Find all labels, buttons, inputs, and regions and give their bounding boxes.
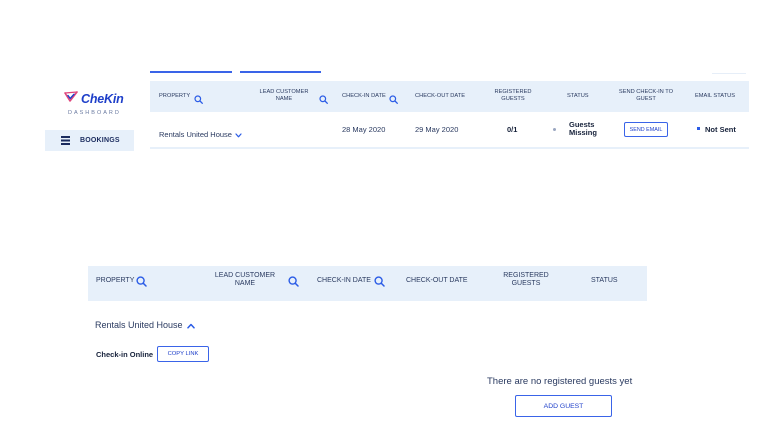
header-check-out: CHECK-OUT DATE [415,93,466,99]
divider [712,73,746,74]
email-status-dot-icon [697,127,700,130]
header-property: PROPERTY [96,277,135,284]
header-status: STATUS [567,93,589,99]
sidebar-item-bookings[interactable]: BOOKINGS [45,130,134,151]
brand-name: CheKin [81,92,124,106]
row-email-status: Not Sent [705,125,736,134]
row-status: Guests Missing [569,120,597,138]
search-icon[interactable] [194,91,203,109]
search-icon[interactable] [288,274,299,292]
header-registered: REGISTERED GUESTS [503,272,549,288]
header-check-in: CHECK-IN DATE [342,93,386,99]
header-status: STATUS [591,277,618,284]
search-icon[interactable] [319,91,328,109]
header-property: PROPERTY [159,93,191,99]
property-toggle[interactable]: Rentals United House [95,316,195,334]
send-email-button[interactable]: SEND EMAIL [624,122,668,137]
row-registered: 0/1 [507,125,518,134]
brand-subtitle: DASHBOARD [68,110,121,116]
chevron-up-icon [186,316,195,334]
property-name: Rentals United House [159,129,232,139]
header-lead-customer: LEAD CUSTOMER NAME [259,89,309,102]
sidebar-item-label: BOOKINGS [80,137,120,144]
row-divider [150,147,749,149]
header-check-in: CHECK-IN DATE [317,277,371,284]
property-name: Rentals United House [95,320,183,330]
search-icon[interactable] [136,274,147,292]
row-check-in: 28 May 2020 [342,125,386,134]
header-lead-customer: LEAD CUSTOMER NAME [214,272,276,288]
row-property[interactable]: Rentals United House [159,125,242,143]
bookings-list-icon [61,132,70,150]
add-guest-button[interactable]: ADD GUEST [515,395,612,417]
chevron-down-icon [235,125,242,143]
search-icon[interactable] [389,91,398,109]
tab-underline [240,71,321,73]
search-icon[interactable] [374,274,385,292]
status-dot-icon [553,128,556,131]
header-email-status: EMAIL STATUS [695,93,736,99]
checkin-online-label: Check-in Online [96,350,154,359]
header-send-checkin: SEND CHECK-IN TO GUEST [618,89,674,102]
header-check-out: CHECK-OUT DATE [406,277,468,284]
header-registered: REGISTERED GUESTS [494,89,532,102]
logo-check-icon [64,90,78,108]
empty-guests-message: There are no registered guests yet [487,376,633,387]
brand-logo[interactable]: CheKin DASHBOARD [64,90,134,118]
row-check-out: 29 May 2020 [415,125,459,134]
copy-link-button[interactable]: COPY LINK [157,346,209,362]
active-tab-underline [150,71,232,73]
